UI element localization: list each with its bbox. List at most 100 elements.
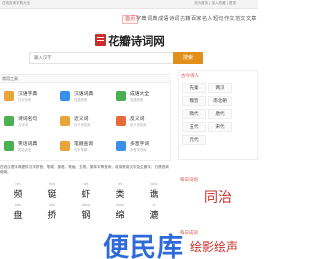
char-pinyin: lù [152, 203, 156, 207]
char-cell[interactable]: pán 盘 [2, 203, 34, 221]
char-cell[interactable]: lù 漉 [138, 203, 170, 221]
tool-name: 汉语词典 [74, 92, 94, 97]
nav-words[interactable]: 词典 [147, 15, 157, 24]
tool-item[interactable]: 诗词名句 古诗词 [4, 112, 54, 132]
daily-idiom[interactable]: 绘影绘声 [190, 238, 238, 255]
logo-icon [95, 34, 106, 46]
tool-sub: 汉字笔顺 [74, 148, 88, 152]
words-icon [60, 91, 70, 101]
nav-articles[interactable]: 文章 [246, 15, 256, 24]
stroke-icon [60, 141, 70, 151]
poem-icon [4, 116, 14, 126]
char-glyph: 挢 [47, 211, 57, 221]
logo-text: 花瓣诗词网 [108, 34, 165, 48]
tool-sub: 汉字查询 [18, 98, 32, 102]
dynasty-item[interactable]: 魏晋 [182, 96, 206, 106]
idiom-icon [116, 91, 126, 101]
top-links[interactable]: 设为首页 | 加入收藏 | 登录 [194, 1, 236, 6]
dynasty-item[interactable]: 唐代 [208, 109, 232, 119]
nav-idioms[interactable]: 成语 [158, 15, 168, 24]
search-input[interactable] [30, 53, 174, 63]
nav-schools[interactable]: 百家 [191, 15, 201, 24]
dynasty-item[interactable]: 南北朝 [208, 96, 232, 106]
char-glyph: 铤 [47, 190, 57, 200]
char-pinyin: xiā [83, 182, 89, 186]
nav-famous[interactable]: 名人 [202, 15, 212, 24]
nav-samples[interactable]: 范文 [235, 15, 245, 24]
nav-sentences[interactable]: 短句 [213, 15, 223, 24]
char-pinyin: gāng [81, 203, 91, 207]
dynasty-item[interactable]: 隋代 [182, 109, 206, 119]
char-glyph: 漉 [149, 211, 159, 221]
char-pinyin: pín [15, 182, 21, 186]
tool-name: 成语大全 [130, 92, 150, 97]
main-nav: 首页 字典 词典 成语 诗词 古籍 百家 名人 短句 作文 范文 文章 [122, 15, 258, 24]
char-cell[interactable]: mián 绵 [104, 203, 136, 221]
tool-item[interactable]: 汉语字典 汉字查询 [4, 87, 54, 107]
char-glyph: 频 [13, 190, 23, 200]
char-pinyin: pán [14, 203, 22, 207]
daily-word-box: 每日词语 同治 [178, 177, 258, 217]
site-logo[interactable]: 花瓣诗词网 [95, 33, 175, 48]
nav-dictionary[interactable]: 字典 [136, 15, 146, 24]
tool-item[interactable]: 近义词 近义词查询 [60, 112, 110, 132]
tool-sub: 近义词查询 [74, 123, 91, 127]
search-box: 搜索 [29, 52, 203, 64]
top-bar: 在线查询字典大全 设为首页 | 加入收藏 | 登录 [0, 0, 258, 9]
char-pinyin: qiáo [150, 182, 158, 186]
tool-sub: 笑话大全 [18, 148, 32, 152]
polyphone-icon [116, 141, 126, 151]
dynasty-item[interactable]: 两汉 [208, 83, 232, 93]
char-cell[interactable]: jiǎo 挢 [36, 203, 68, 221]
char-glyph: 钢 [81, 211, 91, 221]
nav-poetry[interactable]: 诗词 [169, 15, 179, 24]
tool-item[interactable]: 反义词 反义词查询 [116, 112, 166, 132]
dynasty-item[interactable]: 五代 [182, 122, 206, 132]
dynasty-box: 古今诗人 先秦 两汉 魏晋 南北朝 隋代 唐代 五代 宋代 元代 [178, 70, 258, 160]
tool-name: 反义词 [130, 117, 145, 122]
tool-sub: 古诗词 [18, 123, 28, 127]
char-pinyin: lèi [118, 182, 122, 186]
tool-item[interactable]: 多音字词 多音字查询 [116, 137, 166, 157]
char-glyph: 绵 [115, 211, 125, 221]
tool-sub: 反义词查询 [130, 123, 147, 127]
dictionary-icon [4, 91, 14, 101]
tool-name: 笔顺查询 [74, 142, 94, 147]
synonym-icon [60, 116, 70, 126]
char-cell[interactable]: qiáo 谯 [138, 182, 170, 200]
dynasty-item[interactable]: 先秦 [182, 83, 206, 93]
char-pinyin: jiǎo [48, 203, 56, 207]
tool-name: 近义词 [74, 117, 89, 122]
tool-sub: 多音字查询 [130, 148, 147, 152]
daily-word[interactable]: 同治 [178, 187, 258, 207]
char-pinyin: tǐng [48, 182, 56, 186]
tool-name: 笑话词典 [18, 142, 38, 147]
char-cell[interactable]: pín 频 [2, 182, 34, 200]
dynasty-item[interactable]: 元代 [182, 135, 206, 145]
tool-item[interactable]: 笑话词典 笑话大全 [4, 137, 54, 157]
tool-item[interactable]: 成语大全 成语查询 [116, 87, 166, 107]
daily-idiom-box: 每日成语 绘影绘声 [178, 230, 258, 259]
char-cell[interactable]: tǐng 铤 [36, 182, 68, 200]
tool-item[interactable]: 汉语词典 词语查询 [60, 87, 110, 107]
site-slogan: 在线查询字典大全 [2, 1, 30, 5]
search-button[interactable]: 搜索 [173, 52, 203, 64]
joke-icon [4, 141, 14, 151]
char-glyph: 类 [115, 190, 125, 200]
char-pinyin: mián [115, 203, 125, 207]
tool-name: 汉语字典 [18, 92, 38, 97]
char-glyph: 盘 [13, 211, 23, 221]
watermark: 便民库 [103, 233, 185, 259]
tools-header: 常用工具 [0, 75, 171, 83]
char-glyph: 谯 [149, 190, 159, 200]
char-cell[interactable]: gāng 钢 [70, 203, 102, 221]
dynasty-header: 古今诗人 [181, 74, 199, 79]
char-cell[interactable]: xiā 虾 [70, 182, 102, 200]
tool-name: 诗词名句 [18, 117, 38, 122]
tool-item[interactable]: 笔顺查询 汉字笔顺 [60, 137, 110, 157]
dynasty-item[interactable]: 宋代 [208, 122, 232, 132]
nav-essays[interactable]: 作文 [224, 15, 234, 24]
nav-classics[interactable]: 古籍 [180, 15, 190, 24]
char-cell[interactable]: lèi 类 [104, 182, 136, 200]
tool-name: 多音字词 [130, 142, 150, 147]
